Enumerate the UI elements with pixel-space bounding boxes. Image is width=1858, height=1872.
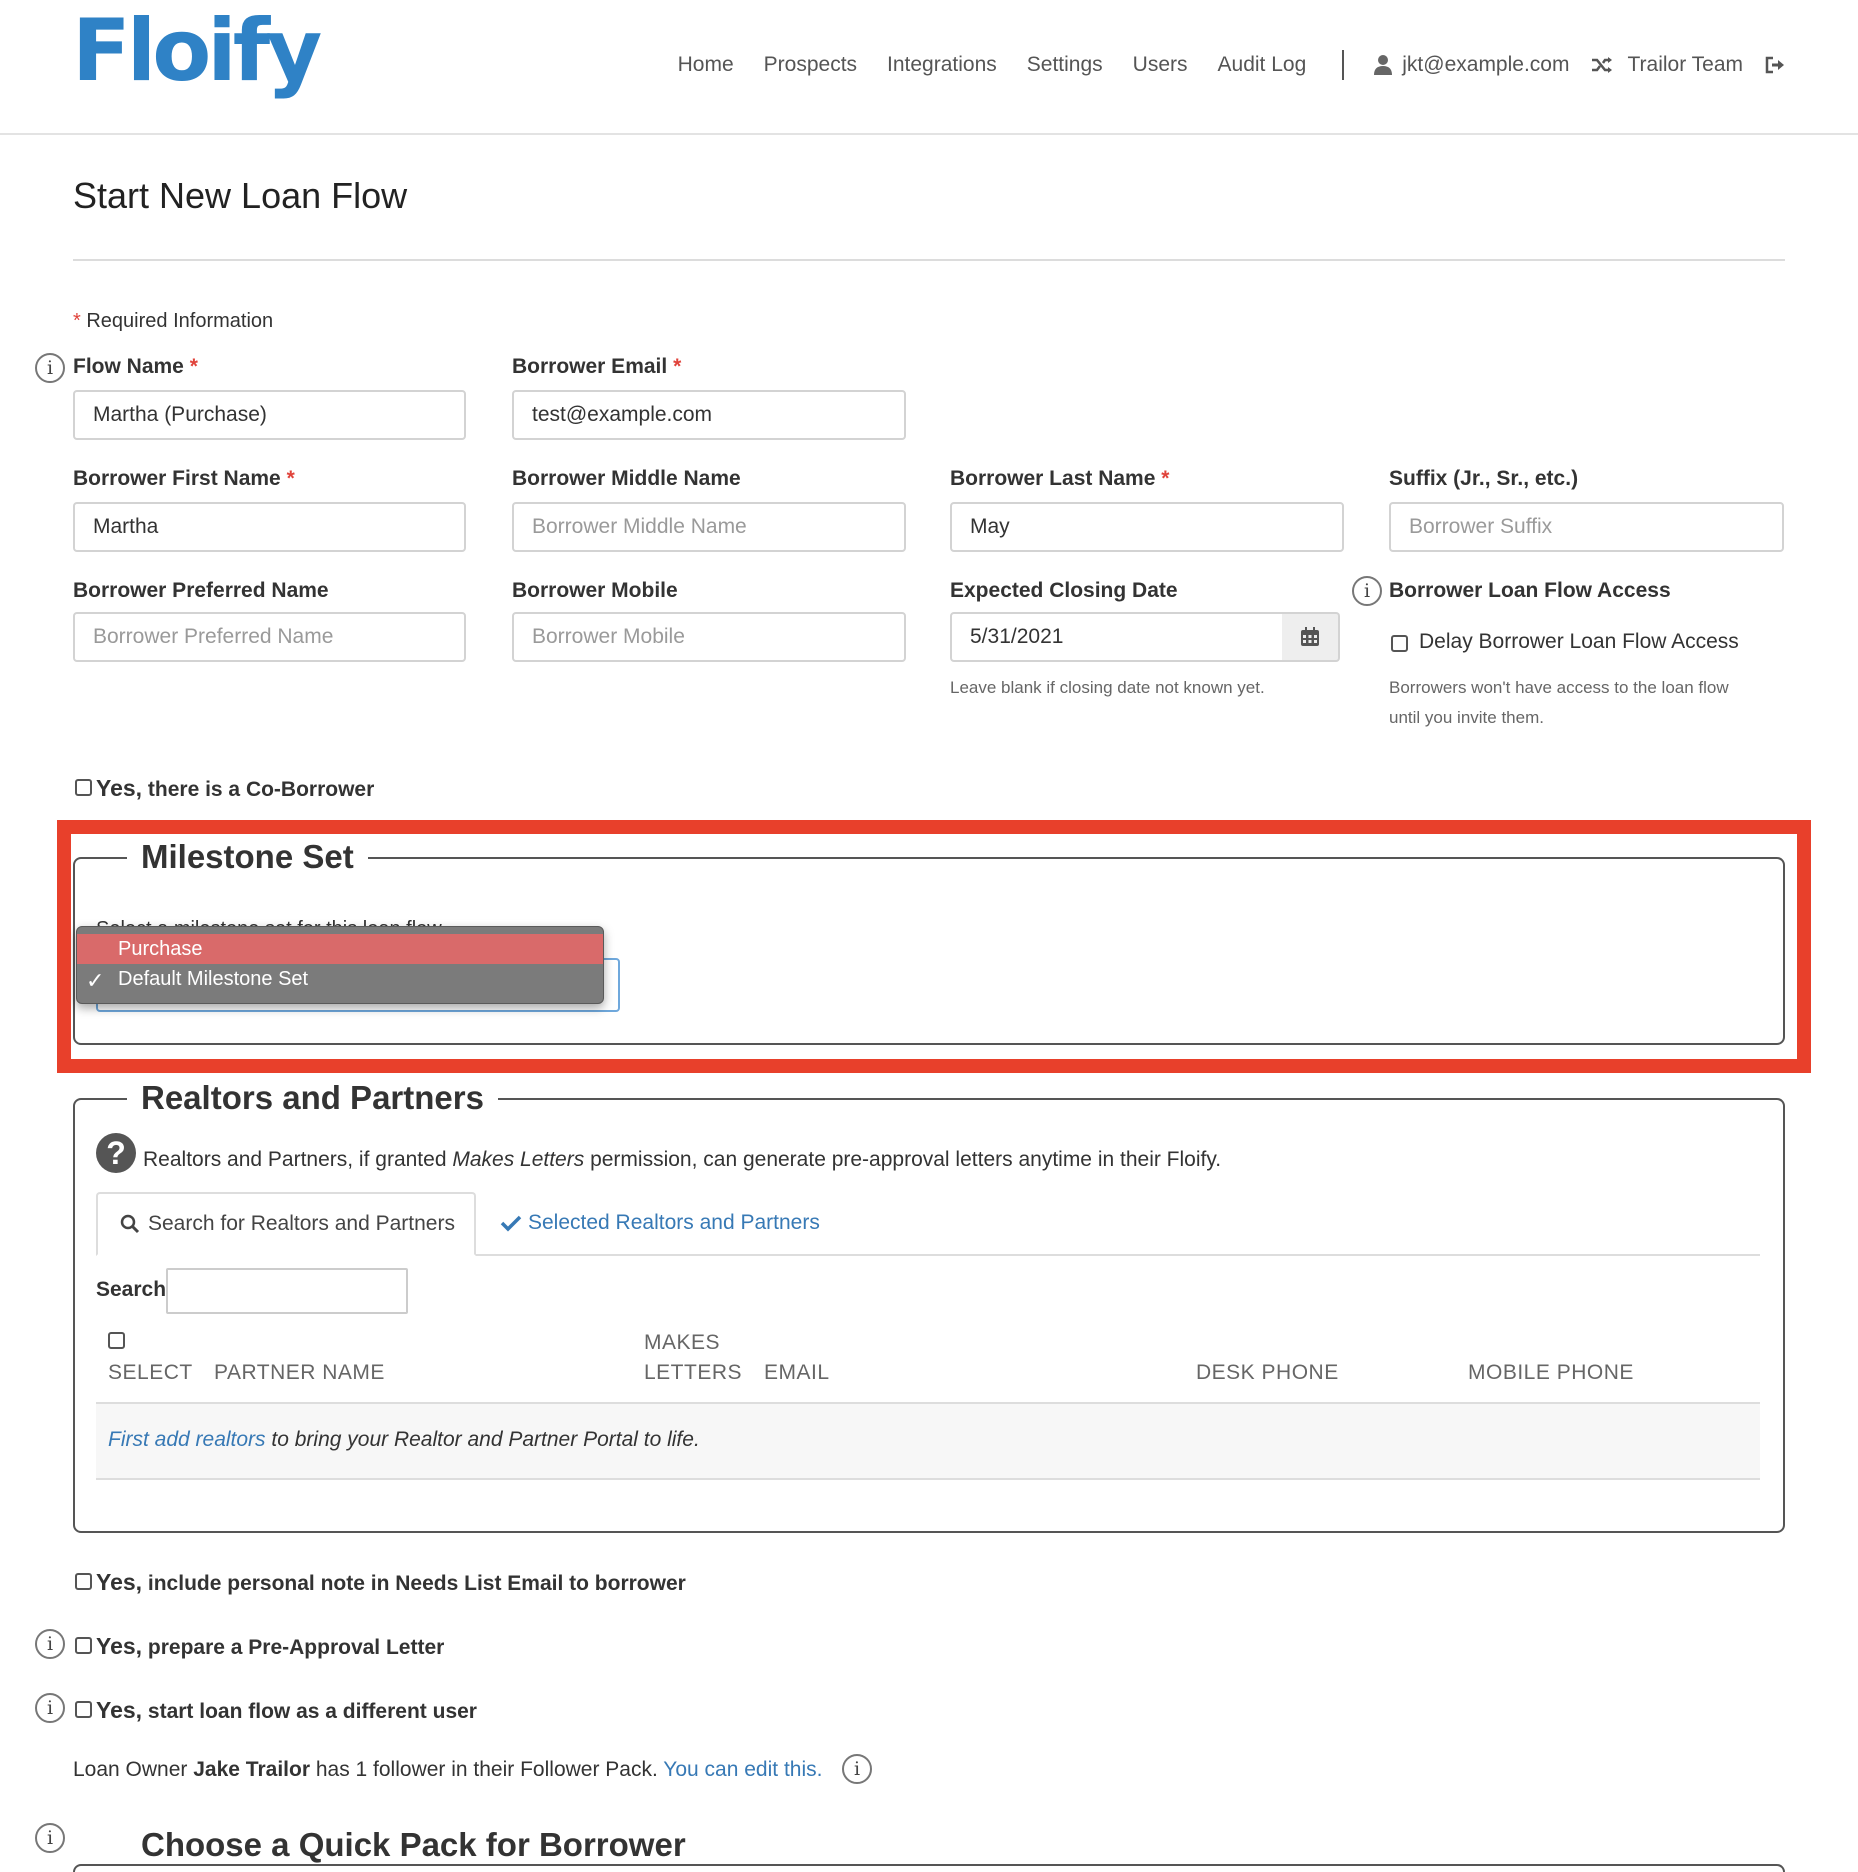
user-email: jkt@example.com <box>1402 53 1570 76</box>
switch-team-link[interactable]: Trailor Team <box>1591 53 1743 77</box>
search-icon <box>120 1214 140 1234</box>
co-borrower-checkbox[interactable] <box>75 779 92 796</box>
logout-button[interactable] <box>1765 56 1785 74</box>
edit-follower-pack-link[interactable]: You can edit this. <box>663 1758 822 1781</box>
mobile-label: Borrower Mobile <box>512 579 678 602</box>
col-mobile-phone[interactable]: MOBILE PHONE <box>1468 1361 1634 1385</box>
borrower-email-label: Borrower Email * <box>512 355 682 378</box>
question-circle-icon[interactable]: ? <box>96 1133 136 1173</box>
nav-home[interactable]: Home <box>678 53 734 77</box>
tab-selected-partners[interactable]: Selected Realtors and Partners <box>500 1192 820 1254</box>
add-realtors-link[interactable]: First add realtors <box>108 1428 266 1451</box>
nav-integrations[interactable]: Integrations <box>887 53 997 77</box>
col-select: SELECT <box>108 1361 193 1384</box>
search-label: Search <box>96 1278 167 1301</box>
different-user-checkbox[interactable] <box>75 1701 92 1718</box>
different-user-label[interactable]: Yes, start loan flow as a different user <box>96 1697 477 1724</box>
nav-prospects[interactable]: Prospects <box>764 53 857 77</box>
flow-name-label: Flow Name * <box>73 355 198 378</box>
col-makes-letters-2: LETTERS <box>644 1361 743 1384</box>
preferred-name-label: Borrower Preferred Name <box>73 579 329 602</box>
shuffle-icon <box>1592 57 1613 73</box>
quick-pack-info-icon[interactable]: i <box>35 1823 65 1853</box>
realtors-description: Realtors and Partners, if granted Makes … <box>143 1148 1222 1171</box>
col-desk-phone[interactable]: DESK PHONE <box>1196 1361 1339 1385</box>
personal-note-label[interactable]: Yes, include personal note in Needs List… <box>96 1569 686 1596</box>
closing-date-help: Leave blank if closing date not known ye… <box>950 678 1265 697</box>
pre-approval-info-icon[interactable]: i <box>35 1629 65 1659</box>
required-note-text: Required Information <box>86 310 274 332</box>
different-user-info-icon[interactable]: i <box>35 1693 65 1723</box>
team-name: Trailor Team <box>1627 53 1743 76</box>
tab-selected-label: Selected Realtors and Partners <box>528 1211 820 1234</box>
delay-access-help-2: until you invite them. <box>1389 708 1544 727</box>
quick-pack-legend: Choose a Quick Pack for Borrower <box>127 1826 700 1864</box>
empty-message: First add realtors to bring your Realtor… <box>108 1428 700 1451</box>
middle-name-label: Borrower Middle Name <box>512 467 741 490</box>
delay-access-checkbox[interactable] <box>1391 635 1408 652</box>
nav-settings[interactable]: Settings <box>1027 53 1103 77</box>
delay-access-label[interactable]: Delay Borrower Loan Flow Access <box>1419 627 1739 657</box>
pre-approval-checkbox[interactable] <box>75 1637 92 1654</box>
calendar-icon <box>1301 627 1319 646</box>
page-title: Start New Loan Flow <box>73 175 408 216</box>
personal-note-checkbox[interactable] <box>75 1573 92 1590</box>
co-borrower-label[interactable]: Yes, there is a Co-Borrower <box>96 775 374 802</box>
first-name-input[interactable] <box>73 502 466 552</box>
top-navbar: Floify Home Prospects Integrations Setti… <box>0 0 1858 135</box>
mobile-input[interactable] <box>512 612 906 662</box>
loan-flow-access-info-icon[interactable]: i <box>1352 576 1382 606</box>
quick-pack-fieldset <box>73 1864 1785 1872</box>
highlight-box <box>57 820 1811 1073</box>
closing-date-input[interactable] <box>950 612 1284 662</box>
sign-out-icon <box>1765 56 1784 74</box>
delay-access-help-1: Borrowers won't have access to the loan … <box>1389 678 1729 697</box>
last-name-input[interactable] <box>950 502 1344 552</box>
col-email[interactable]: EMAIL <box>764 1361 830 1385</box>
flow-name-info-icon[interactable]: i <box>35 353 65 383</box>
tab-search-label: Search for Realtors and Partners <box>148 1212 455 1235</box>
calendar-button[interactable] <box>1282 612 1340 662</box>
required-note: * Required Information <box>73 310 273 333</box>
loan-flow-access-label: Borrower Loan Flow Access <box>1389 579 1671 602</box>
preferred-name-input[interactable] <box>73 612 466 662</box>
pre-approval-label[interactable]: Yes, prepare a Pre-Approval Letter <box>96 1633 444 1660</box>
suffix-label: Suffix (Jr., Sr., etc.) <box>1389 467 1579 490</box>
closing-date-label: Expected Closing Date <box>950 579 1178 602</box>
nav-users[interactable]: Users <box>1133 53 1188 77</box>
follower-pack-info-icon[interactable]: i <box>842 1754 872 1784</box>
floify-logo[interactable]: Floify <box>72 8 322 94</box>
required-star: * <box>73 310 81 332</box>
col-partner-name[interactable]: PARTNER NAME <box>214 1361 385 1385</box>
partner-search-input[interactable] <box>166 1268 408 1314</box>
user-menu[interactable]: jkt@example.com <box>1374 53 1569 77</box>
select-all-checkbox[interactable] <box>108 1332 125 1349</box>
nav-audit-log[interactable]: Audit Log <box>1218 53 1307 77</box>
tab-search-partners[interactable]: Search for Realtors and Partners <box>96 1192 476 1256</box>
last-name-label: Borrower Last Name * <box>950 467 1170 490</box>
realtors-legend: Realtors and Partners <box>127 1079 498 1117</box>
col-makes-letters-1: MAKES <box>644 1331 721 1354</box>
table-empty-row: First add realtors to bring your Realtor… <box>96 1404 1760 1480</box>
check-icon <box>500 1215 522 1232</box>
middle-name-input[interactable] <box>512 502 906 552</box>
flow-name-input[interactable] <box>73 390 466 440</box>
main-nav: Home Prospects Integrations Settings Use… <box>648 50 1785 80</box>
follower-pack-note: Loan Owner Jake Trailor has 1 follower i… <box>73 1758 823 1781</box>
borrower-email-input[interactable] <box>512 390 906 440</box>
suffix-input[interactable] <box>1389 502 1784 552</box>
title-divider <box>73 259 1785 261</box>
user-icon <box>1374 55 1393 75</box>
first-name-label: Borrower First Name * <box>73 467 295 490</box>
nav-divider <box>1342 50 1345 80</box>
